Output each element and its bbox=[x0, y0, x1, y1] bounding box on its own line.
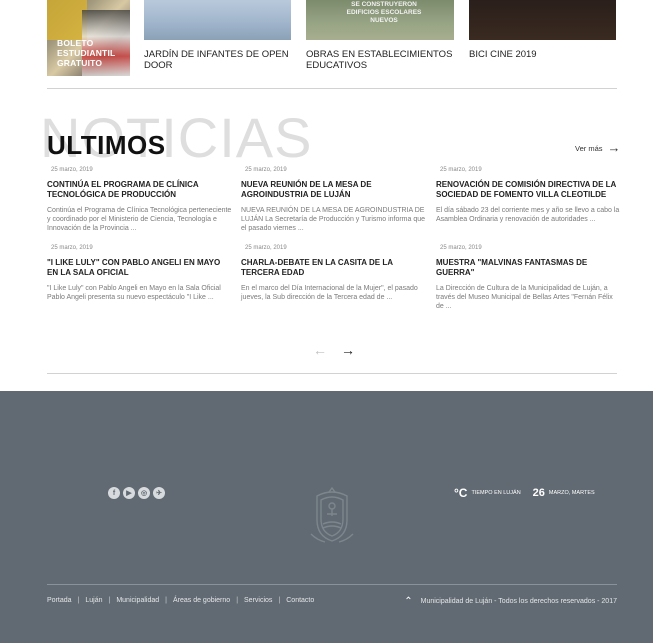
news-item[interactable]: 25 marzo, 2019 CHARLA-DEBATE EN LA CASIT… bbox=[241, 245, 426, 302]
footer-divider bbox=[47, 584, 617, 585]
footer-link-contacto[interactable]: Contacto bbox=[286, 597, 314, 604]
card-image-jardin[interactable] bbox=[144, 0, 291, 40]
news-date: 25 marzo, 2019 bbox=[51, 167, 93, 173]
news-item[interactable]: 25 marzo, 2019 "I LIKE LULY" CON PABLO A… bbox=[47, 245, 232, 302]
news-excerpt: El día sábado 23 del corriente mes y año… bbox=[436, 207, 620, 223]
news-excerpt: "I Like Luly" con Pablo Angeli en Mayo e… bbox=[47, 285, 221, 301]
card-overlay-text: BOLETO ESTUDIANTIL GRATUITO bbox=[57, 38, 116, 68]
pager: ← → bbox=[313, 343, 355, 357]
card-title-jardin[interactable]: JARDÍN DE INFANTES DE OPEN DOOR bbox=[144, 49, 294, 71]
scroll-top-icon[interactable]: ⌃ bbox=[404, 596, 412, 607]
footer: f ▶ ◎ ✈ °C TIEMPO EN LUJÁN 26 MARZO, MAR… bbox=[0, 391, 653, 643]
separator: | bbox=[278, 597, 281, 604]
news-title[interactable]: "I LIKE LULY" CON PABLO ANGELI EN MAYO E… bbox=[47, 258, 232, 278]
social-links: f ▶ ◎ ✈ bbox=[108, 487, 165, 499]
footer-nav: Portada | Luján | Municipalidad | Áreas de … bbox=[47, 597, 314, 604]
separator: | bbox=[165, 597, 167, 604]
card-image-caption: SE CONSTRUYERON EDIFICIOS ESCOLARES NUEV… bbox=[346, 1, 422, 24]
card-image-obras[interactable]: SE CONSTRUYERON EDIFICIOS ESCOLARES NUEV… bbox=[306, 0, 454, 40]
news-date: 25 marzo, 2019 bbox=[245, 167, 287, 173]
weather-unit: °C bbox=[454, 486, 468, 500]
bus-image bbox=[47, 0, 87, 40]
divider bbox=[47, 88, 617, 89]
next-arrow-icon[interactable]: → bbox=[341, 343, 355, 357]
youtube-icon[interactable]: ▶ bbox=[123, 487, 135, 499]
instagram-icon[interactable]: ◎ bbox=[138, 487, 150, 499]
municipal-crest-icon bbox=[310, 486, 354, 543]
news-item[interactable]: 25 marzo, 2019 CONTINÚA EL PROGRAMA DE C… bbox=[47, 167, 232, 233]
news-title[interactable]: RENOVACIÓN DE COMISIÓN DIRECTIVA DE LA S… bbox=[436, 180, 621, 200]
telegram-icon[interactable]: ✈ bbox=[153, 487, 165, 499]
news-item[interactable]: 25 marzo, 2019 MUESTRA "MALVINAS FANTASM… bbox=[436, 245, 621, 311]
copyright-text: Municipalidad de Luján - Todos los derec… bbox=[420, 598, 617, 605]
card-image-boleto[interactable]: BOLETO ESTUDIANTIL GRATUITO bbox=[47, 0, 130, 76]
weather-widget: °C TIEMPO EN LUJÁN 26 MARZO, MARTES bbox=[454, 486, 595, 500]
section-heading: ULTIMOS bbox=[47, 130, 166, 160]
news-item[interactable]: 25 marzo, 2019 NUEVA REUNIÓN DE LA MESA … bbox=[241, 167, 426, 233]
news-excerpt: La Dirección de Cultura de la Municipali… bbox=[436, 285, 613, 310]
card-title-bicicine[interactable]: BICI CINE 2019 bbox=[469, 49, 619, 60]
date-day: 26 bbox=[532, 487, 545, 499]
news-date: 25 marzo, 2019 bbox=[440, 167, 482, 173]
news-item[interactable]: 25 marzo, 2019 RENOVACIÓN DE COMISIÓN DI… bbox=[436, 167, 621, 224]
news-title[interactable]: MUESTRA "MALVINAS FANTASMAS DE GUERRA" bbox=[436, 258, 621, 278]
news-date: 25 marzo, 2019 bbox=[245, 245, 287, 251]
footer-link-portada[interactable]: Portada bbox=[47, 597, 72, 604]
date-label: MARZO, MARTES bbox=[548, 490, 595, 496]
news-date: 25 marzo, 2019 bbox=[51, 245, 93, 251]
separator: | bbox=[236, 597, 239, 604]
ver-mas-label: Ver más bbox=[575, 143, 603, 153]
footer-link-servicios[interactable]: Servicios bbox=[244, 597, 272, 604]
news-excerpt: En el marco del Día Internacional de la … bbox=[241, 285, 418, 301]
card-image-bicicine[interactable] bbox=[469, 0, 616, 40]
prev-arrow-icon[interactable]: ← bbox=[313, 343, 327, 357]
news-excerpt: Continúa el Programa de Clínica Tecnológ… bbox=[47, 207, 232, 232]
arrow-right-icon: → bbox=[607, 140, 621, 155]
news-title[interactable]: NUEVA REUNIÓN DE LA MESA DE AGROINDUSTRI… bbox=[241, 180, 426, 200]
news-title[interactable]: CONTINÚA EL PROGRAMA DE CLÍNICA TECNOLÓG… bbox=[47, 180, 232, 200]
facebook-icon[interactable]: f bbox=[108, 487, 120, 499]
news-title[interactable]: CHARLA-DEBATE EN LA CASITA DE LA TERCERA… bbox=[241, 258, 426, 278]
news-excerpt: NUEVA REUNIÓN DE LA MESA DE AGROINDUSTRI… bbox=[241, 207, 426, 232]
top-cards: BOLETO ESTUDIANTIL GRATUITO SE CONSTRUYE… bbox=[0, 0, 653, 80]
ver-mas-link[interactable]: Ver más → bbox=[575, 140, 621, 155]
weather-label: TIEMPO EN LUJÁN bbox=[471, 490, 521, 496]
copyright: ⌃ Municipalidad de Luján - Todos los der… bbox=[404, 596, 617, 607]
footer-link-areas[interactable]: Áreas de gobierno bbox=[173, 597, 230, 604]
footer-link-municipalidad[interactable]: Municipalidad bbox=[116, 597, 159, 604]
divider bbox=[47, 373, 617, 374]
footer-link-lujan[interactable]: Luján bbox=[85, 597, 102, 604]
news-date: 25 marzo, 2019 bbox=[440, 245, 482, 251]
separator: | bbox=[108, 597, 111, 604]
separator: | bbox=[77, 597, 80, 604]
card-title-obras[interactable]: OBRAS EN ESTABLECIMIENTOS EDUCATIVOS bbox=[306, 49, 456, 71]
